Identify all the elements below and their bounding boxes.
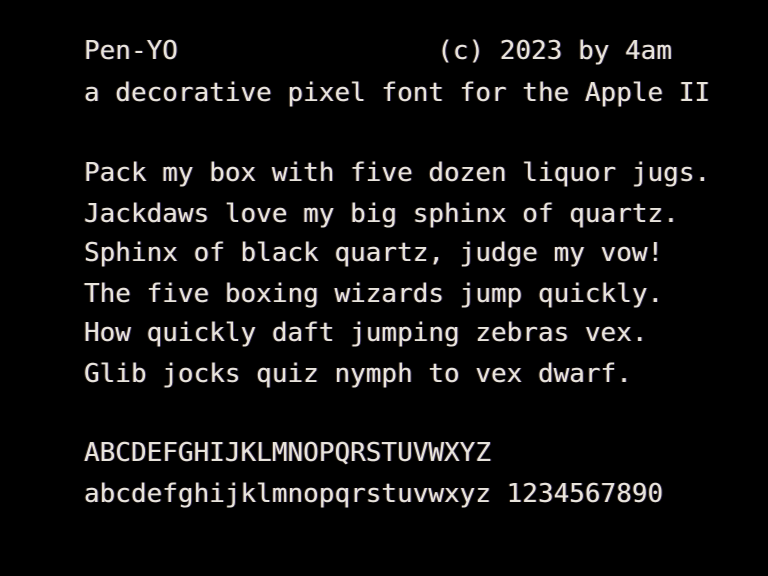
pangram-line: Jackdaws love my big sphinx of quartz.: [84, 199, 679, 229]
copyright-notice: (c) 2023 by 4am: [437, 36, 672, 66]
font-subtitle: a decorative pixel font for the Apple II: [84, 78, 711, 108]
pangram-line: Sphinx of black quartz, judge my vow!: [84, 238, 664, 268]
pangram-line: Glib jocks quiz nymph to vex dwarf.: [84, 359, 632, 389]
pangram-line: How quickly daft jumping zebras vex.: [84, 318, 648, 348]
font-title: Pen-YO: [84, 36, 178, 66]
apple-ii-screen: Pen-YO (c) 2023 by 4am a decorative pixe…: [0, 0, 768, 576]
pangram-line: The five boxing wizards jump quickly.: [84, 279, 664, 309]
pangram-line: Pack my box with five dozen liquor jugs.: [84, 158, 711, 188]
header-row: Pen-YO (c) 2023 by 4am: [84, 36, 672, 66]
lowercase-alphabet-digits: abcdefghijklmnopqrstuvwxyz 1234567890: [84, 479, 664, 509]
uppercase-alphabet: ABCDEFGHIJKLMNOPQRSTUVWXYZ: [84, 438, 491, 468]
